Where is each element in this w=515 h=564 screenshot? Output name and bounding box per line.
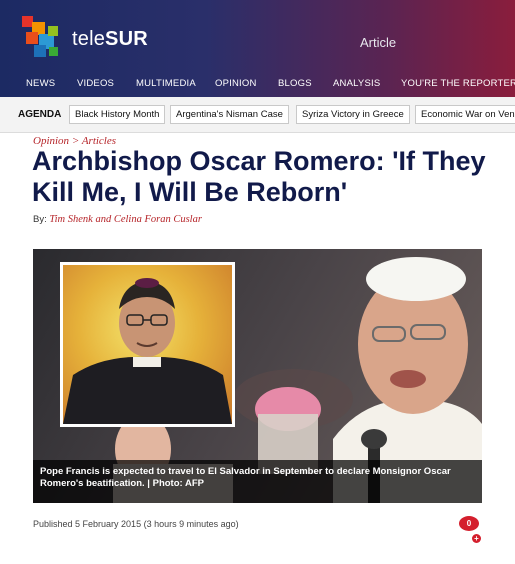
- published-date: Published 5 February 2015 (3 hours 9 min…: [33, 519, 239, 529]
- nav-item-videos[interactable]: VIDEOS: [77, 78, 114, 89]
- agenda-label: AGENDA: [18, 109, 62, 120]
- byline-prefix: By:: [33, 214, 47, 225]
- romero-portrait-illustration: [63, 278, 232, 424]
- nav-item-youre-the-reporter[interactable]: YOU'RE THE REPORTER: [401, 78, 515, 89]
- agenda-item-black-history-month[interactable]: Black History Month: [69, 105, 166, 124]
- nav-item-blogs[interactable]: BLOGS: [278, 78, 312, 89]
- section-label: Article: [360, 35, 397, 50]
- agenda-item-nisman-case[interactable]: Argentina's Nisman Case: [170, 105, 289, 124]
- article-hero-image: Pope Francis is expected to travel to El…: [33, 249, 482, 503]
- site-header: teleSUR Article NEWS VIDEOS MULTIMEDIA O…: [0, 0, 515, 97]
- nav-item-news[interactable]: NEWS: [26, 78, 55, 89]
- nav-item-multimedia[interactable]: MULTIMEDIA: [136, 78, 196, 89]
- nav-item-analysis[interactable]: ANALYSIS: [333, 78, 380, 89]
- main-nav: NEWS VIDEOS MULTIMEDIA OPINION BLOGS ANA…: [0, 78, 515, 92]
- agenda-bar: AGENDA Black History Month Argentina's N…: [0, 97, 515, 133]
- comments-button[interactable]: 0 +: [459, 516, 481, 544]
- image-caption: Pope Francis is expected to travel to El…: [33, 460, 482, 503]
- agenda-item-economic-war[interactable]: Economic War on Ven: [415, 105, 515, 124]
- telesur-logo[interactable]: teleSUR: [22, 16, 152, 62]
- byline: By: Tim Shenk and Celina Foran Cuslar: [33, 214, 202, 225]
- romero-portrait-inset: [60, 262, 235, 427]
- byline-authors[interactable]: Tim Shenk and Celina Foran Cuslar: [49, 214, 202, 225]
- telesur-wordmark: teleSUR: [72, 28, 148, 50]
- add-comment-icon[interactable]: +: [472, 534, 481, 543]
- nav-item-opinion[interactable]: OPINION: [215, 78, 257, 89]
- telesur-logo-mark-icon: [22, 16, 66, 60]
- comment-bubble-icon: 0: [459, 516, 479, 531]
- agenda-item-syriza-victory[interactable]: Syriza Victory in Greece: [296, 105, 410, 124]
- article-title: Archbishop Oscar Romero: 'If They Kill M…: [32, 146, 486, 207]
